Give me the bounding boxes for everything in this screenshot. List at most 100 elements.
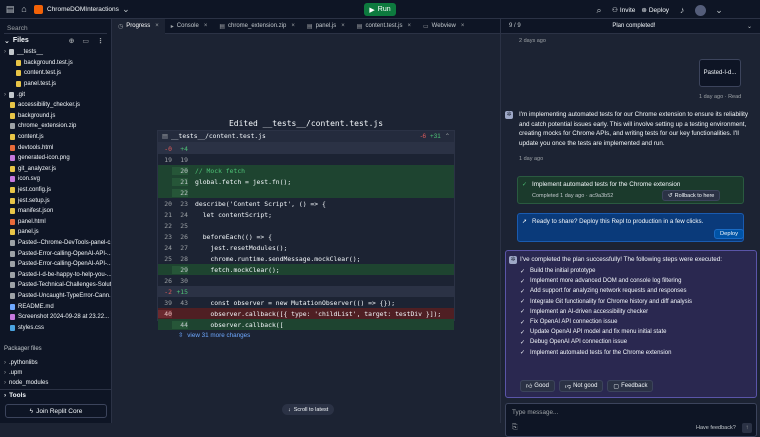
pasted-attachment[interactable]: Pasted-I-d...: [699, 59, 741, 87]
invite-button[interactable]: ⚇ Invite: [612, 6, 635, 15]
close-icon[interactable]: ×: [461, 23, 465, 29]
chevron-right-icon: ›: [4, 49, 6, 56]
packager-item[interactable]: › .pythonlibs: [4, 358, 108, 368]
file-item[interactable]: generated-icon.png: [0, 153, 111, 164]
tab-panel-js[interactable]: ▤ panel.js ×: [301, 19, 351, 34]
file-item[interactable]: panel.test.js: [0, 79, 111, 90]
file-icon: [10, 261, 15, 268]
file-item[interactable]: panel.html: [0, 217, 111, 228]
chevron-down-icon-3[interactable]: ⌄: [4, 37, 10, 45]
bell-icon[interactable]: ♪: [675, 3, 689, 17]
file-name: panel.test.js: [24, 81, 57, 88]
sidebar-toggle-icon[interactable]: ▤: [3, 2, 17, 16]
join-replit-core-button[interactable]: ϟ Join Replit Core: [5, 404, 107, 418]
diff-line: 23 26 beforeEach(() => {: [158, 231, 454, 242]
file-item[interactable]: Pasted-Technical-Challenges-Solut...: [0, 280, 111, 291]
tab-webview[interactable]: ▭ Webview ×: [417, 19, 470, 34]
file-item[interactable]: Pasted-I-d-be-happy-to-help-you-...: [0, 269, 111, 280]
view-more-changes[interactable]: ⇳ view 31 more changes: [158, 330, 454, 341]
tab-progress[interactable]: ◷ Progress ×: [112, 18, 165, 34]
file-item[interactable]: Screenshot 2024-09-28 at 23.22...: [0, 312, 111, 323]
file-item[interactable]: git_analyzer.js: [0, 164, 111, 175]
avatar[interactable]: [695, 4, 707, 16]
check-icon: ✓: [520, 309, 526, 316]
scroll-to-latest-button[interactable]: ↓ Scroll to latest: [282, 404, 335, 415]
tab-content-test-js[interactable]: ▤ content.test.js ×: [351, 19, 417, 34]
file-name: Pasted-Error-calling-OpenAI-API-...: [18, 250, 111, 257]
run-button[interactable]: ▶ Run: [364, 3, 396, 16]
home-icon[interactable]: ⌂: [17, 2, 31, 16]
collapse-icon[interactable]: ⌃: [445, 133, 450, 140]
file-item[interactable]: Pasted-Uncaught-TypeError-Cann...: [0, 291, 111, 302]
search-files-input[interactable]: Search: [4, 23, 107, 34]
feedback-button[interactable]: ▢ Feedback: [607, 380, 654, 392]
packager-item[interactable]: › .upm: [4, 368, 108, 378]
file-sidebar: Search ⌄ Files ⊕ ▭ ⋮ › __tests__ backgroun…: [0, 19, 112, 423]
file-item[interactable]: accessibility_checker.js: [0, 100, 111, 111]
close-icon[interactable]: ×: [204, 23, 208, 29]
file-item[interactable]: content.js: [0, 132, 111, 143]
file-item[interactable]: chrome_extension.zip: [0, 121, 111, 132]
old-line-number: 22: [164, 221, 172, 230]
file-item[interactable]: › __tests__: [0, 47, 111, 58]
file-item[interactable]: icon.svg: [0, 174, 111, 185]
close-icon[interactable]: ×: [155, 23, 159, 29]
project-name[interactable]: ChromeDOMInteractions: [47, 6, 119, 13]
main-workspace: ◷ Progress × ▸ Console × ▤ chrome_extension.zip…: [112, 18, 500, 423]
deploy-button[interactable]: Deploy: [714, 229, 745, 239]
attach-icon[interactable]: ⎘: [512, 424, 518, 432]
file-item[interactable]: jest.config.js: [0, 185, 111, 196]
file-item[interactable]: styles.css: [0, 322, 111, 333]
diff-file-name[interactable]: __tests__/content.test.js: [171, 133, 266, 140]
packager-item[interactable]: › node_modules: [4, 378, 108, 388]
step-item: ✓ Update OpenAI API model and fix menu in…: [520, 327, 752, 337]
message-input[interactable]: Type message...: [512, 409, 558, 416]
tools-section[interactable]: › Tools: [0, 389, 112, 401]
search-icon[interactable]: ⌕: [592, 3, 606, 17]
send-icon[interactable]: ↑: [742, 423, 752, 433]
chevron-down-icon-4[interactable]: ⌄: [747, 23, 752, 30]
file-item[interactable]: jest.setup.js: [0, 195, 111, 206]
old-line-number: 19: [164, 155, 172, 164]
rollback-button[interactable]: ↺ Rollback to here: [662, 190, 721, 201]
close-icon[interactable]: ×: [291, 23, 295, 29]
file-actions-icon[interactable]: ⊕ ▭ ⋮: [69, 37, 107, 45]
not-good-button[interactable]: 👎︎ Not good: [558, 380, 604, 392]
packager-name: .upm: [9, 370, 23, 376]
file-name: Pasted-I-d-be-happy-to-help-you-...: [18, 271, 111, 278]
old-line-number: -0: [164, 144, 172, 153]
have-feedback-link[interactable]: Have feedback?: [696, 425, 736, 431]
step-item: ✓ Implement an AI-driven accessibility ch…: [520, 307, 752, 317]
file-item[interactable]: › .git: [0, 89, 111, 100]
file-item[interactable]: background.js: [0, 111, 111, 122]
file-name: Pasted-Error-calling-OpenAI-API-...: [18, 261, 111, 268]
file-item[interactable]: panel.js: [0, 227, 111, 238]
file-icon: [10, 229, 15, 236]
check-icon: ✓: [520, 278, 526, 285]
checkpoint-hash[interactable]: ac9a3b52: [589, 193, 613, 199]
file-item[interactable]: Pasted-Error-calling-OpenAI-API-...: [0, 259, 111, 270]
share-text: Ready to share? Deploy this Repl to prod…: [532, 218, 704, 225]
tab-console[interactable]: ▸ Console ×: [165, 19, 214, 34]
step-item: ✓ Fix OpenAI API connection issue: [520, 317, 752, 327]
chevron-down-icon[interactable]: ⌄: [119, 2, 133, 16]
file-name: devtools.html: [18, 144, 54, 151]
file-item[interactable]: Pasted--Chrome-DevTools-panel-c...: [0, 238, 111, 249]
file-item[interactable]: content.test.js: [0, 68, 111, 79]
deploy-top-button[interactable]: ⊛ Deploy: [641, 6, 669, 15]
step-item: ✓ Debug OpenAI API connection issue: [520, 337, 752, 347]
close-icon[interactable]: ×: [407, 23, 411, 29]
file-item[interactable]: devtools.html: [0, 142, 111, 153]
checkpoint-card: ✓ Implement automated tests for the Chro…: [517, 176, 744, 204]
chevron-right-icon: ›: [4, 360, 6, 366]
close-icon[interactable]: ×: [341, 23, 345, 29]
chevron-down-icon-2[interactable]: ⌄: [712, 3, 726, 17]
file-item[interactable]: Pasted-Error-calling-OpenAI-API-...: [0, 248, 111, 259]
file-item[interactable]: manifest.json: [0, 206, 111, 217]
file-item[interactable]: background.test.js: [0, 58, 111, 69]
tab-icon: ▭: [422, 23, 429, 30]
step-label: Fix OpenAI API connection issue: [530, 319, 618, 326]
tab-chrome-extension-zip[interactable]: ▤ chrome_extension.zip ×: [213, 19, 301, 34]
good-button[interactable]: 👍︎ Good: [520, 380, 555, 392]
file-item[interactable]: README.md: [0, 301, 111, 312]
